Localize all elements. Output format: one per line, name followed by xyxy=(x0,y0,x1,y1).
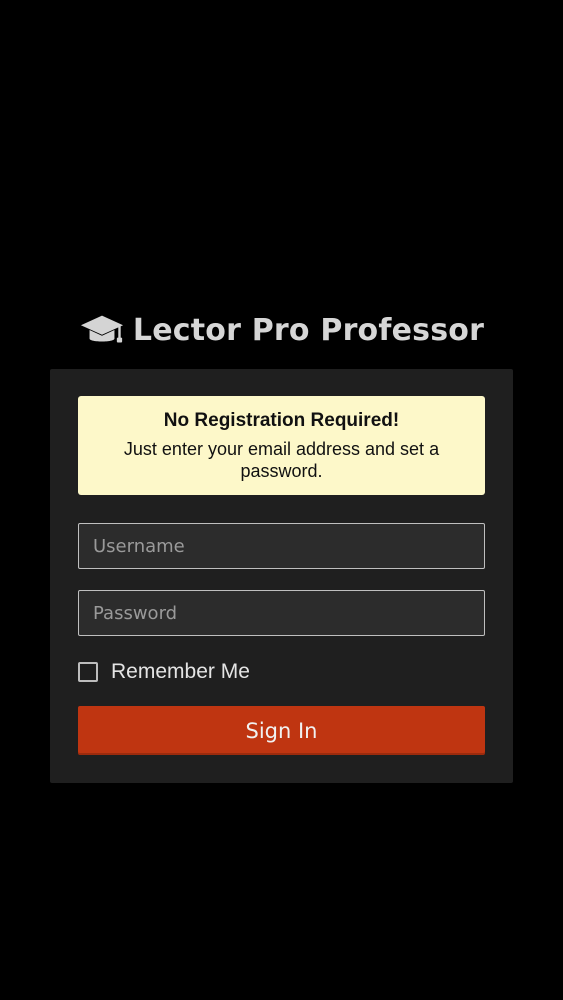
remember-me-label: Remember Me xyxy=(111,660,250,683)
login-screen: Lector Pro Professor No Registration Req… xyxy=(0,0,563,1000)
username-input[interactable] xyxy=(78,523,485,569)
app-header: Lector Pro Professor xyxy=(0,306,563,354)
login-card: No Registration Required! Just enter you… xyxy=(50,369,513,783)
password-input[interactable] xyxy=(78,590,485,636)
registration-notice: No Registration Required! Just enter you… xyxy=(78,396,485,495)
notice-body: Just enter your email address and set a … xyxy=(123,439,440,481)
graduation-cap-icon xyxy=(80,315,123,343)
sign-in-button[interactable]: Sign In xyxy=(78,706,485,755)
notice-heading: No Registration Required! xyxy=(163,410,400,431)
remember-me-toggle[interactable]: Remember Me xyxy=(78,659,250,685)
app-title: Lector Pro Professor xyxy=(132,312,485,348)
remember-me-checkbox[interactable] xyxy=(78,662,98,682)
